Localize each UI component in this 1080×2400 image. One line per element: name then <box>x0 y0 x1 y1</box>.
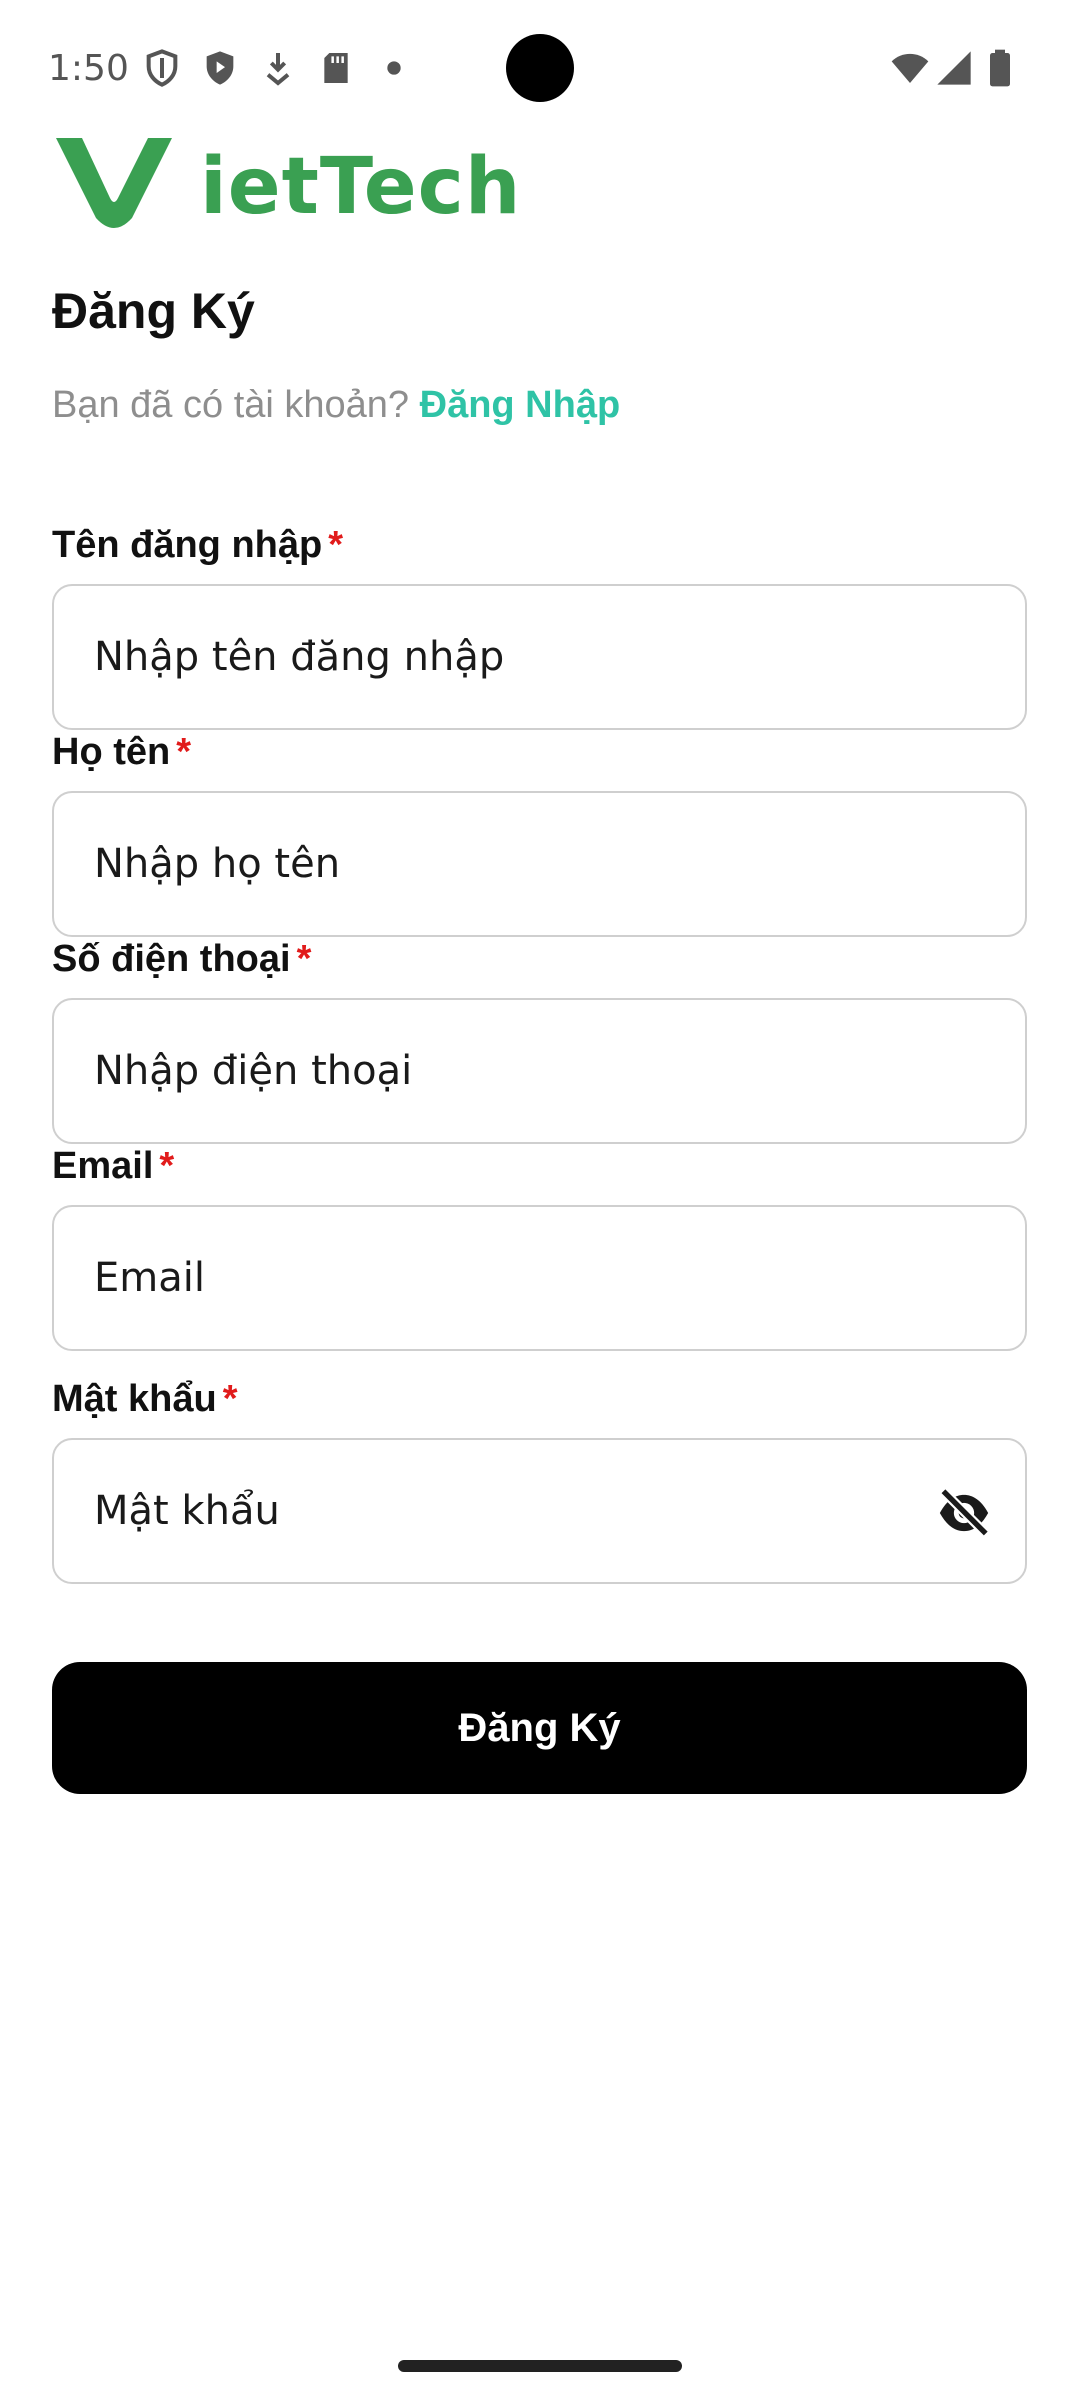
email-label-text: Email <box>52 1145 154 1187</box>
status-bar: 1:50 <box>0 0 1080 140</box>
password-label: Mật khẩu * <box>52 1378 238 1421</box>
required-star: * <box>159 1145 175 1187</box>
battery-icon <box>980 48 1020 88</box>
has-account-line: Bạn đã có tài khoản? Đăng Nhập <box>52 384 620 427</box>
password-field-box[interactable] <box>52 1438 1027 1584</box>
email-input[interactable] <box>94 1207 954 1349</box>
username-label: Tên đăng nhập * <box>52 524 343 567</box>
fullname-field-box[interactable] <box>52 791 1027 937</box>
login-link[interactable]: Đăng Nhập <box>420 384 621 426</box>
fullname-label: Họ tên * <box>52 731 191 774</box>
required-star: * <box>328 524 344 566</box>
username-label-text: Tên đăng nhập <box>52 524 323 566</box>
password-label-text: Mật khẩu <box>52 1378 217 1420</box>
required-star: * <box>296 938 312 980</box>
status-time: 1:50 <box>48 48 129 89</box>
has-account-text: Bạn đã có tài khoản? <box>52 384 410 426</box>
username-input[interactable] <box>94 586 954 728</box>
vietech-logo: ietTech <box>52 134 520 234</box>
eye-off-icon[interactable] <box>933 1484 995 1542</box>
page-title: Đăng Ký <box>52 283 255 339</box>
required-star: * <box>176 731 192 773</box>
signal-icon <box>934 48 974 88</box>
dot-icon <box>374 48 414 88</box>
logo-v-mark <box>56 138 172 228</box>
wifi-icon <box>888 48 932 88</box>
email-field-box[interactable] <box>52 1205 1027 1351</box>
logo-text: ietTech <box>200 142 522 232</box>
shield-outline-icon <box>142 48 182 88</box>
phone-label-text: Số điện thoại <box>52 938 291 980</box>
fullname-label-text: Họ tên <box>52 731 171 773</box>
required-star: * <box>222 1378 238 1420</box>
username-field-box[interactable] <box>52 584 1027 730</box>
email-label: Email * <box>52 1145 174 1188</box>
shield-play-icon <box>200 48 240 88</box>
phone-field-box[interactable] <box>52 998 1027 1144</box>
phone-input[interactable] <box>94 1000 954 1142</box>
home-indicator[interactable] <box>398 2360 682 2372</box>
phone-label: Số điện thoại * <box>52 938 311 981</box>
sd-card-icon <box>316 48 356 88</box>
download-icon <box>258 48 298 88</box>
register-button[interactable]: Đăng Ký <box>52 1662 1027 1794</box>
fullname-input[interactable] <box>94 793 954 935</box>
camera-cutout <box>506 34 574 102</box>
password-input[interactable] <box>94 1440 954 1582</box>
register-screen: 1:50 ietTech Đăng Ký Bạn đã có tài khoản… <box>0 0 1080 2400</box>
